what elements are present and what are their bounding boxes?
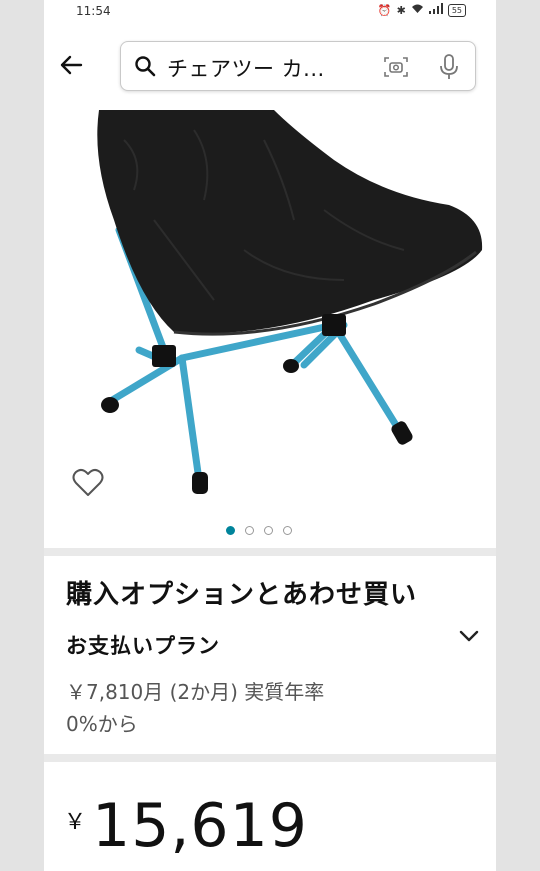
alarm-icon: ⏰ (377, 3, 392, 17)
bluetooth-icon: ✱ (396, 3, 406, 17)
price: ￥ 15,619 (64, 790, 308, 862)
payment-plan-label[interactable]: お支払いプラン (66, 630, 220, 660)
price-value: 15,619 (92, 791, 308, 861)
wifi-icon (411, 3, 424, 17)
carousel-dot[interactable] (245, 526, 254, 535)
section-divider (44, 548, 496, 556)
plan-detail-line: ￥7,810月 (2か月) 実質年率 (66, 680, 325, 704)
heart-icon[interactable] (72, 468, 104, 498)
battery-icon: 55 (447, 3, 466, 17)
carousel-dot[interactable] (226, 526, 235, 535)
status-time: 11:54 (76, 4, 111, 18)
chevron-down-icon[interactable] (458, 628, 480, 644)
status-bar: 11:54 ⏰ ✱ 55 (44, 0, 496, 24)
mic-icon[interactable] (439, 53, 459, 81)
carousel-dots[interactable] (226, 526, 292, 535)
back-arrow-icon[interactable] (58, 52, 84, 78)
search-input[interactable]: チェアツー カ... (120, 41, 476, 91)
price-currency: ￥ (64, 810, 87, 835)
app-screen: 11:54 ⏰ ✱ 55 チェアツー カ... 購入オプションとあわせ買い お支… (44, 0, 496, 871)
product-image[interactable] (44, 100, 496, 520)
signal-icon (428, 3, 443, 17)
carousel-dot[interactable] (264, 526, 273, 535)
carousel-dot[interactable] (283, 526, 292, 535)
status-icons: ⏰ ✱ 55 (378, 3, 466, 17)
plan-detail-line: 0%から (66, 712, 138, 736)
camera-icon[interactable] (383, 55, 409, 79)
search-query: チェアツー カ... (167, 57, 325, 81)
section-divider (44, 754, 496, 762)
search-icon (135, 56, 156, 77)
purchase-options-title: 購入オプションとあわせ買い (66, 580, 418, 610)
payment-plan-detail: ￥7,810月 (2か月) 実質年率 0%から (66, 676, 406, 740)
